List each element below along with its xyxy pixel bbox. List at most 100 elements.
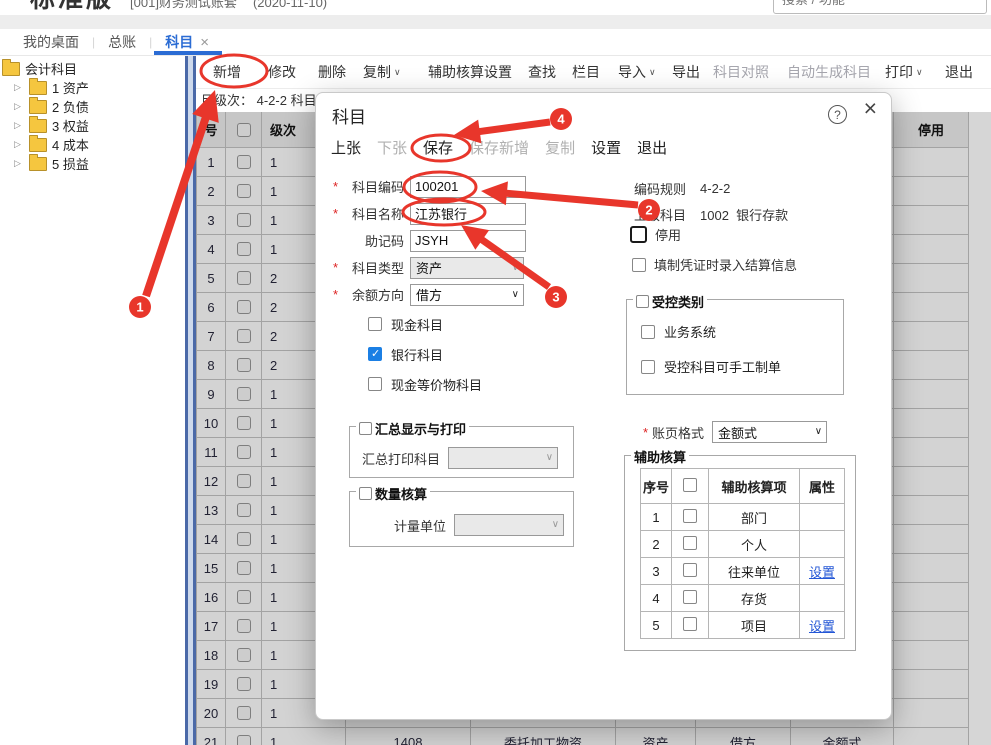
row-checkbox[interactable] (237, 503, 251, 517)
row-checkbox[interactable] (237, 648, 251, 662)
search-input[interactable] (773, 0, 987, 14)
dialog-menu-item-2[interactable]: 保存 (423, 137, 453, 158)
expand-arrow-icon[interactable]: ▷ (14, 120, 24, 131)
aux-checkbox-3[interactable] (683, 590, 697, 604)
coding-rule-row: 编码规则 4-2-2 (634, 179, 730, 198)
row-checkbox[interactable] (237, 561, 251, 575)
aux-row-4: 5项目设置 (641, 612, 845, 639)
aux-checkbox-4[interactable] (683, 617, 697, 631)
controlled-checkbox-0[interactable] (641, 325, 655, 339)
help-icon[interactable]: ? (828, 105, 847, 124)
row-checkbox[interactable] (237, 735, 251, 745)
toolbar-item-2[interactable]: 删除 (318, 62, 346, 82)
toolbar-item-0[interactable]: 新增 (213, 62, 241, 82)
settlement-checkbox[interactable] (632, 258, 646, 272)
aux-checkbox-0[interactable] (683, 509, 697, 523)
aux-setting-link-4[interactable]: 设置 (809, 619, 835, 634)
toolbar-item-5[interactable]: 查找 (528, 62, 556, 82)
tab-close-icon[interactable]: × (200, 34, 209, 51)
row-checkbox[interactable] (237, 474, 251, 488)
tab-desktop[interactable]: 我的桌面 (10, 29, 92, 55)
toolbar-item-3[interactable]: 复制∨ (363, 62, 401, 82)
row-checkbox[interactable] (237, 329, 251, 343)
chevron-down-icon: ∨ (512, 289, 519, 300)
row-checkbox[interactable] (237, 242, 251, 256)
tab-ledger[interactable]: 总账 (95, 29, 149, 55)
row-checkbox[interactable] (237, 358, 251, 372)
unit-select: ∨ (454, 514, 564, 536)
required-asterisk: * (328, 260, 338, 275)
page-format-select[interactable]: 金额式 ∨ (712, 421, 827, 443)
flag-checkbox-1[interactable] (368, 347, 382, 361)
controlled-checkbox-1[interactable] (641, 360, 655, 374)
tree-item-5[interactable]: ▷5 损益 (0, 154, 185, 173)
controlled-category-checkbox[interactable] (636, 295, 649, 308)
summary-print-checkbox[interactable] (359, 422, 372, 435)
dialog-menu-item-6[interactable]: 退出 (637, 137, 667, 158)
row-checkbox[interactable] (237, 271, 251, 285)
toolbar-item-11[interactable]: 打印∨ (885, 62, 923, 82)
select-all-checkbox[interactable] (237, 123, 251, 137)
toolbar-item-12[interactable]: 退出 (945, 62, 973, 82)
flag-checkbox-0[interactable] (368, 317, 382, 331)
field-row-2: 助记码 (328, 227, 526, 254)
tree-item-4[interactable]: ▷4 成本 (0, 135, 185, 154)
expand-arrow-icon[interactable]: ▷ (14, 82, 24, 93)
aux-select-all-checkbox[interactable] (683, 478, 697, 492)
tree-item-2[interactable]: ▷2 负债 (0, 97, 185, 116)
close-icon[interactable]: × (864, 97, 877, 120)
folder-icon (29, 138, 47, 152)
row-checkbox[interactable] (237, 300, 251, 314)
aux-checkbox-1[interactable] (683, 536, 697, 550)
field-input-1[interactable] (410, 203, 526, 225)
row-checkbox[interactable] (237, 387, 251, 401)
toolbar-item-1[interactable]: 修改 (268, 62, 296, 82)
toolbar-item-7[interactable]: 导入∨ (618, 62, 656, 82)
dialog-menu-item-5[interactable]: 设置 (591, 137, 621, 158)
toolbar-item-9: 科目对照 (713, 62, 769, 82)
toolbar-item-8[interactable]: 导出 (672, 62, 700, 82)
chevron-down-icon: ∨ (512, 262, 519, 273)
row-checkbox[interactable] (237, 155, 251, 169)
expand-arrow-icon[interactable]: ▷ (14, 101, 24, 112)
row-checkbox[interactable] (237, 416, 251, 430)
disable-checkbox[interactable] (630, 226, 647, 243)
quantity-checkbox[interactable] (359, 487, 372, 500)
aux-checkbox-2[interactable] (683, 563, 697, 577)
app-logo: 标准版 (30, 0, 114, 15)
row-checkbox[interactable] (237, 619, 251, 633)
dialog-title: 科目 (332, 103, 366, 128)
tab-subject[interactable]: 科目× (152, 29, 222, 55)
summary-print-legend: 汇总显示与打印 (375, 419, 466, 438)
row-checkbox[interactable] (237, 706, 251, 720)
tree-item-1[interactable]: ▷1 资产 (0, 78, 185, 97)
unit-field-label: 计量单位 (394, 516, 446, 535)
splitter-handle[interactable] (185, 56, 196, 745)
aux-setting-link-2[interactable]: 设置 (809, 565, 835, 580)
row-checkbox[interactable] (237, 213, 251, 227)
toolbar-item-4[interactable]: 辅助核算设置 (428, 62, 512, 82)
sidebar-tree: 会计科目▷1 资产▷2 负债▷3 权益▷4 成本▷5 损益 (0, 59, 185, 173)
expand-arrow-icon[interactable]: ▷ (14, 139, 24, 150)
field-select-4[interactable]: 借方∨ (410, 284, 524, 306)
toolbar-item-6[interactable]: 栏目 (572, 62, 600, 82)
field-input-0[interactable] (410, 176, 526, 198)
row-checkbox[interactable] (237, 445, 251, 459)
sidebar: 会计科目▷1 资产▷2 负债▷3 权益▷4 成本▷5 损益 (0, 56, 185, 745)
tree-item-3[interactable]: ▷3 权益 (0, 116, 185, 135)
auxiliary-table: 序号辅助核算项属性1部门2个人3往来单位设置4存货5项目设置 (640, 468, 845, 639)
flag-checkbox-2[interactable] (368, 377, 382, 391)
folder-icon (29, 157, 47, 171)
tree-root-item[interactable]: 会计科目 (0, 59, 185, 78)
row-checkbox[interactable] (237, 590, 251, 604)
expand-arrow-icon[interactable]: ▷ (14, 158, 24, 169)
row-checkbox[interactable] (237, 532, 251, 546)
field-input-2[interactable] (410, 230, 526, 252)
controlled-category-groupbox: 受控类别 业务系统受控科目可手工制单 (626, 299, 844, 395)
row-checkbox[interactable] (237, 184, 251, 198)
dialog-menu-item-0[interactable]: 上张 (331, 137, 361, 158)
row-checkbox[interactable] (237, 677, 251, 691)
auxiliary-legend: 辅助核算 (634, 447, 686, 466)
app-window: 标准版 [001]财务测试账套 (2020-11-10) 我的桌面|总账|科目×… (0, 0, 991, 745)
page-format-row: * 账页格式 金额式 ∨ (638, 421, 827, 443)
